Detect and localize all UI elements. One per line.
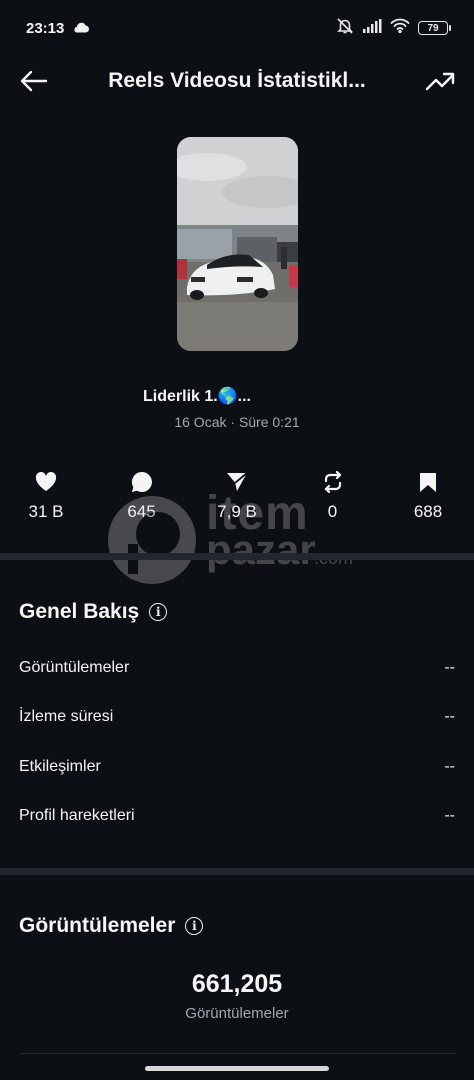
arrow-left-icon (20, 70, 48, 92)
reel-thumbnail[interactable] (177, 137, 298, 351)
home-indicator[interactable] (145, 1066, 329, 1071)
shares-count: 7,9 B (217, 502, 257, 521)
views-caption: Görüntülemeler (185, 1005, 289, 1022)
views-title: Görüntülemeler (19, 914, 176, 937)
reel-title: Liderlik 1.🌎... (143, 388, 251, 405)
reel-duration: Süre 0:21 (238, 414, 300, 430)
metric-value: -- (444, 807, 455, 824)
saves-stat: 688 (390, 470, 466, 526)
insights-button[interactable] (424, 65, 456, 97)
metric-value: -- (444, 659, 455, 676)
section-divider (0, 553, 474, 560)
comments-stat: 645 (104, 470, 180, 526)
comment-icon (131, 470, 153, 494)
status-right: 79 (336, 17, 451, 40)
reel-meta: 16 Ocak · Süre 0:21 (0, 414, 474, 430)
views-total: 661,205 (191, 970, 283, 998)
section-divider (0, 868, 474, 875)
status-bar: 23:13 79 (0, 0, 474, 56)
divider (19, 1053, 455, 1054)
wifi-icon (390, 18, 410, 38)
bell-muted-icon (336, 17, 354, 40)
status-left: 23:13 (26, 20, 90, 37)
page-title: Reels Videosu İstatistikl... (108, 69, 366, 92)
reel-date: 16 Ocak (174, 414, 227, 430)
metric-value: -- (444, 758, 455, 775)
metric-row-interactions[interactable]: Etkileşimler -- (19, 758, 455, 776)
send-icon (226, 470, 248, 494)
likes-count: 31 B (28, 502, 64, 521)
battery-icon: 79 (418, 21, 451, 35)
views-header: Görüntülemeler i (19, 914, 204, 938)
reposts-stat: 0 (295, 470, 371, 526)
overview-header: Genel Bakış i (19, 600, 168, 624)
engagement-stats: 31 B 645 7,9 B 0 688 (0, 470, 474, 526)
metric-label: Etkileşimler (19, 758, 101, 775)
info-icon[interactable]: i (185, 917, 204, 935)
metric-label: İzleme süresi (19, 708, 114, 725)
car-photo (177, 137, 298, 351)
metric-row-watch-time[interactable]: İzleme süresi -- (19, 708, 455, 726)
comments-count: 645 (127, 502, 156, 521)
back-button[interactable] (18, 65, 50, 97)
trending-up-icon (425, 72, 455, 91)
overview-title: Genel Bakış (19, 600, 140, 623)
metric-label: Profil hareketleri (19, 807, 135, 824)
shares-stat: 7,9 B (199, 470, 275, 526)
saves-count: 688 (413, 502, 443, 521)
cloud-icon (72, 20, 90, 37)
metric-row-views[interactable]: Görüntülemeler -- (19, 659, 455, 677)
app-bar: Reels Videosu İstatistikl... (0, 56, 474, 106)
likes-stat: 31 B (8, 470, 84, 526)
status-time: 23:13 (26, 19, 65, 37)
watermark-text-pazar: pazar (206, 526, 316, 573)
info-icon[interactable]: i (149, 603, 168, 621)
metric-row-profile-activity[interactable]: Profil hareketleri -- (19, 807, 455, 825)
heart-icon (35, 470, 57, 494)
repost-icon (323, 470, 343, 494)
reposts-count: 0 (327, 502, 338, 521)
metric-label: Görüntülemeler (19, 659, 130, 676)
bookmark-icon (419, 470, 437, 494)
metric-value: -- (444, 708, 455, 725)
meta-separator: · (226, 414, 239, 430)
signal-icon (362, 18, 382, 38)
